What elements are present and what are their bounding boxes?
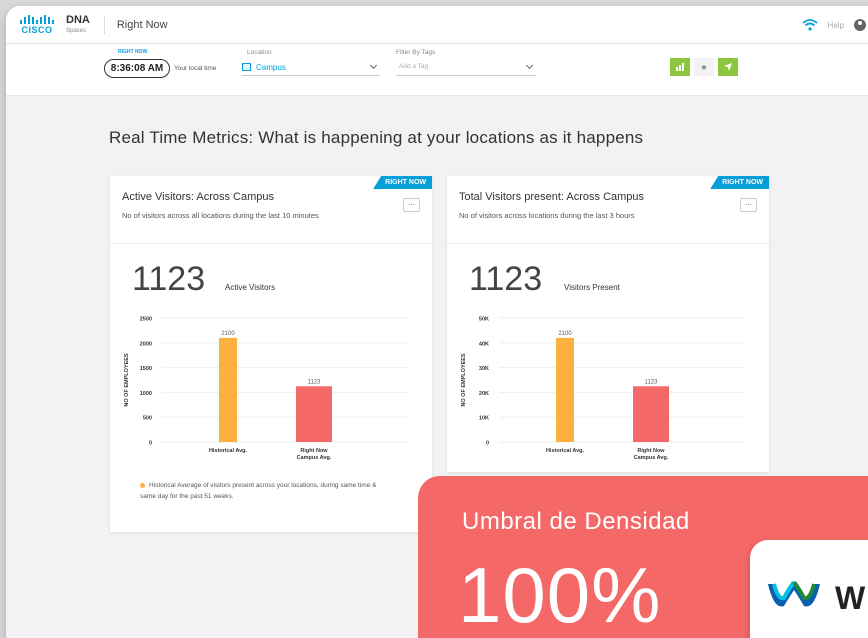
webex-logo-icon	[768, 580, 820, 607]
active-visitors-count: 1123	[132, 260, 206, 298]
right-now-ribbon: RIGHT NOW	[373, 176, 432, 189]
bar	[556, 337, 574, 442]
product-name: DNA Spaces	[66, 14, 90, 35]
x-tick-label: Historical Avg.	[546, 448, 585, 454]
cisco-logo[interactable]: CISCO	[18, 14, 56, 35]
pin-icon	[724, 63, 732, 71]
chevron-down-icon	[369, 61, 378, 70]
location-value: Campus	[256, 62, 286, 72]
favorite-button[interactable]: ★	[694, 58, 714, 76]
y-tick-label: 1000	[140, 391, 152, 397]
tags-input[interactable]: Add a Tag	[396, 59, 536, 76]
density-title: Umbral de Densidad	[462, 508, 690, 535]
visitors-present-count: 1123	[469, 260, 543, 298]
bar	[219, 337, 237, 442]
y-tick-label: 40K	[479, 341, 489, 347]
total-visitors-card: RIGHT NOW Total Visitors present: Across…	[447, 176, 769, 472]
top-right-controls: Help	[801, 6, 866, 44]
app-window: CISCO DNA Spaces Right Now Help RIGHT NO…	[6, 6, 868, 638]
top-bar: CISCO DNA Spaces Right Now Help	[6, 6, 868, 44]
y-axis-label: NO OF EMPLOYEES	[124, 353, 130, 407]
card-divider	[447, 243, 769, 244]
active-visitors-chart: 0 500 1000 1500 2000 2500 NO OF EMPLOYEES 2100 H…	[124, 317, 408, 461]
tags-placeholder: Add a Tag	[399, 63, 429, 70]
data-label: 1123	[645, 379, 659, 385]
card-subtitle: No of visitors across all locations duri…	[122, 211, 319, 220]
divider	[103, 15, 105, 34]
pin-view-button[interactable]	[718, 58, 738, 76]
card-subtitle: No of visitors across locations during t…	[459, 211, 635, 220]
app-title: Right Now	[116, 18, 168, 31]
chevron-down-icon	[525, 61, 534, 70]
x-tick-label: Right Now	[637, 448, 665, 454]
x-tick-label: Right Now	[300, 448, 328, 454]
y-tick-label: 30K	[479, 366, 489, 372]
active-visitors-label: Active Visitors	[225, 283, 276, 292]
star-icon: ★	[700, 62, 708, 72]
product-subtitle: Spaces	[66, 28, 87, 34]
tags-label: Filter By Tags	[396, 49, 436, 56]
card-menu-button[interactable]: ...	[403, 198, 420, 212]
y-tick-label: 0	[486, 441, 489, 447]
x-tick-label: Campus Avg.	[634, 455, 669, 461]
webex-brand-text: W	[835, 580, 866, 616]
view-toggle: ★	[670, 58, 738, 76]
cisco-bars-icon	[20, 14, 54, 24]
local-time: 8:36:08 AM	[104, 59, 170, 78]
y-tick-label: 2000	[140, 341, 152, 347]
y-tick-label: 0	[149, 441, 152, 447]
chart-view-button[interactable]	[670, 58, 690, 76]
y-tick-label: 1500	[140, 366, 152, 372]
cisco-logo-text: CISCO	[21, 24, 53, 35]
y-axis-label: NO OF EMPLOYEES	[461, 353, 467, 407]
filter-bar: RIGHT NOW 8:36:08 AM Your local time Loc…	[6, 44, 868, 96]
location-select[interactable]: Campus	[242, 59, 380, 76]
card-title: Active Visitors: Across Campus	[122, 191, 275, 203]
x-tick-label: Historical Avg.	[209, 448, 248, 454]
bar	[296, 386, 332, 442]
right-now-badge: RIGHT NOW	[118, 49, 148, 55]
building-icon	[242, 63, 251, 71]
user-icon[interactable]	[854, 19, 866, 31]
visitors-present-label: Visitors Present	[564, 283, 620, 292]
chart-footnote: Historical Average of visitors present a…	[140, 480, 380, 502]
density-value: 100%	[458, 551, 662, 638]
data-label: 2100	[221, 331, 235, 337]
y-tick-label: 500	[143, 416, 152, 422]
page-headline: Real Time Metrics: What is happening at …	[109, 128, 644, 147]
card-menu-button[interactable]: ...	[740, 198, 757, 212]
card-title: Total Visitors present: Across Campus	[459, 191, 645, 203]
x-tick-label: Campus Avg.	[297, 455, 332, 461]
data-label: 2100	[558, 331, 572, 337]
local-time-label: Your local time	[174, 65, 217, 72]
y-tick-label: 2500	[140, 317, 152, 323]
right-now-ribbon: RIGHT NOW	[710, 176, 769, 189]
card-divider	[110, 243, 432, 244]
webex-card: W	[750, 540, 868, 638]
footnote-text: Historical Average of visitors present a…	[140, 482, 377, 500]
y-tick-label: 20K	[479, 391, 489, 397]
bar-chart-icon	[676, 63, 684, 71]
active-visitors-card: RIGHT NOW Active Visitors: Across Campus…	[110, 176, 432, 532]
help-link[interactable]: Help	[828, 21, 844, 30]
product-title: DNA	[66, 14, 90, 26]
bar	[633, 386, 669, 442]
location-label: Location	[247, 49, 272, 56]
density-threshold-panel: Umbral de Densidad 100% W	[418, 476, 868, 638]
legend-dot	[140, 482, 145, 488]
y-tick-label: 10K	[479, 416, 489, 422]
total-visitors-chart: 0 10K 20K 30K 40K 50K NO OF EMPLOYEES 2100 Histo…	[461, 317, 745, 461]
data-label: 1123	[308, 379, 322, 385]
y-tick-label: 50K	[479, 317, 489, 323]
wifi-icon[interactable]	[801, 19, 818, 31]
